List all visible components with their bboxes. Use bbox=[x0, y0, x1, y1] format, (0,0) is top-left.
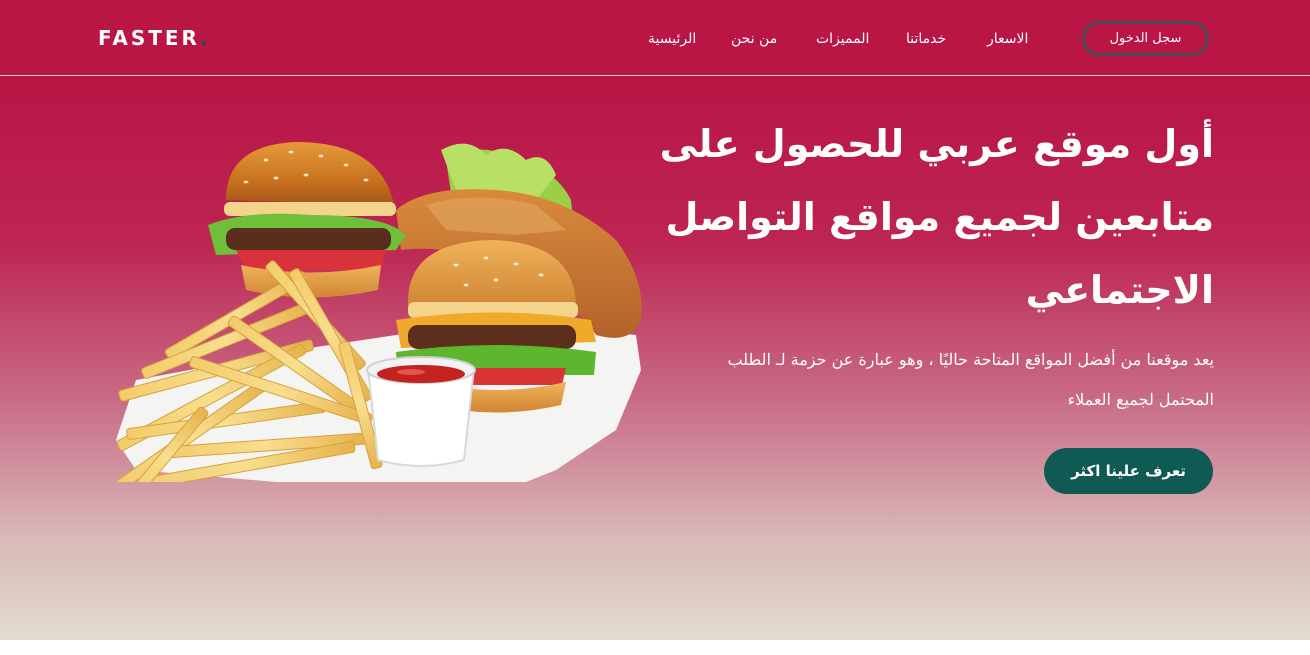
nav-item-services[interactable]: خدماتنا bbox=[906, 29, 946, 49]
hero-title-line: أول موقع عربي للحصول على bbox=[659, 122, 1214, 166]
logo[interactable]: FASTER. bbox=[98, 25, 208, 51]
navbar: FASTER. الرئيسية من نحن المميزات خدماتنا… bbox=[0, 0, 1310, 76]
nav-item-about[interactable]: من نحن bbox=[731, 29, 777, 49]
learn-more-button[interactable]: تعرف علينا اكثر bbox=[1044, 448, 1213, 494]
nav-item-prices[interactable]: الاسعار bbox=[987, 29, 1028, 49]
hero-description-line: المحتمل لجميع العملاء bbox=[1067, 390, 1214, 409]
hero-section: FASTER. الرئيسية من نحن المميزات خدماتنا… bbox=[0, 0, 1310, 640]
hero-title: أول موقع عربي للحصول على متابعين لجميع م… bbox=[654, 108, 1214, 327]
logo-text: FASTER bbox=[98, 26, 200, 50]
nav-item-features[interactable]: المميزات bbox=[816, 29, 869, 49]
hero-title-line: الاجتماعي bbox=[1025, 268, 1214, 312]
logo-dot: . bbox=[199, 26, 208, 50]
hero-description: يعد موقعنا من أفضل المواقع المتاحة حاليً… bbox=[674, 340, 1214, 420]
hero-title-line: متابعين لجميع مواقع التواصل bbox=[665, 195, 1214, 239]
login-button[interactable]: سجل الدخول bbox=[1082, 21, 1209, 56]
hero-description-line: يعد موقعنا من أفضل المواقع المتاحة حاليً… bbox=[727, 350, 1214, 369]
nav-item-home[interactable]: الرئيسية bbox=[648, 29, 696, 49]
burgers-fries-image bbox=[115, 142, 642, 482]
